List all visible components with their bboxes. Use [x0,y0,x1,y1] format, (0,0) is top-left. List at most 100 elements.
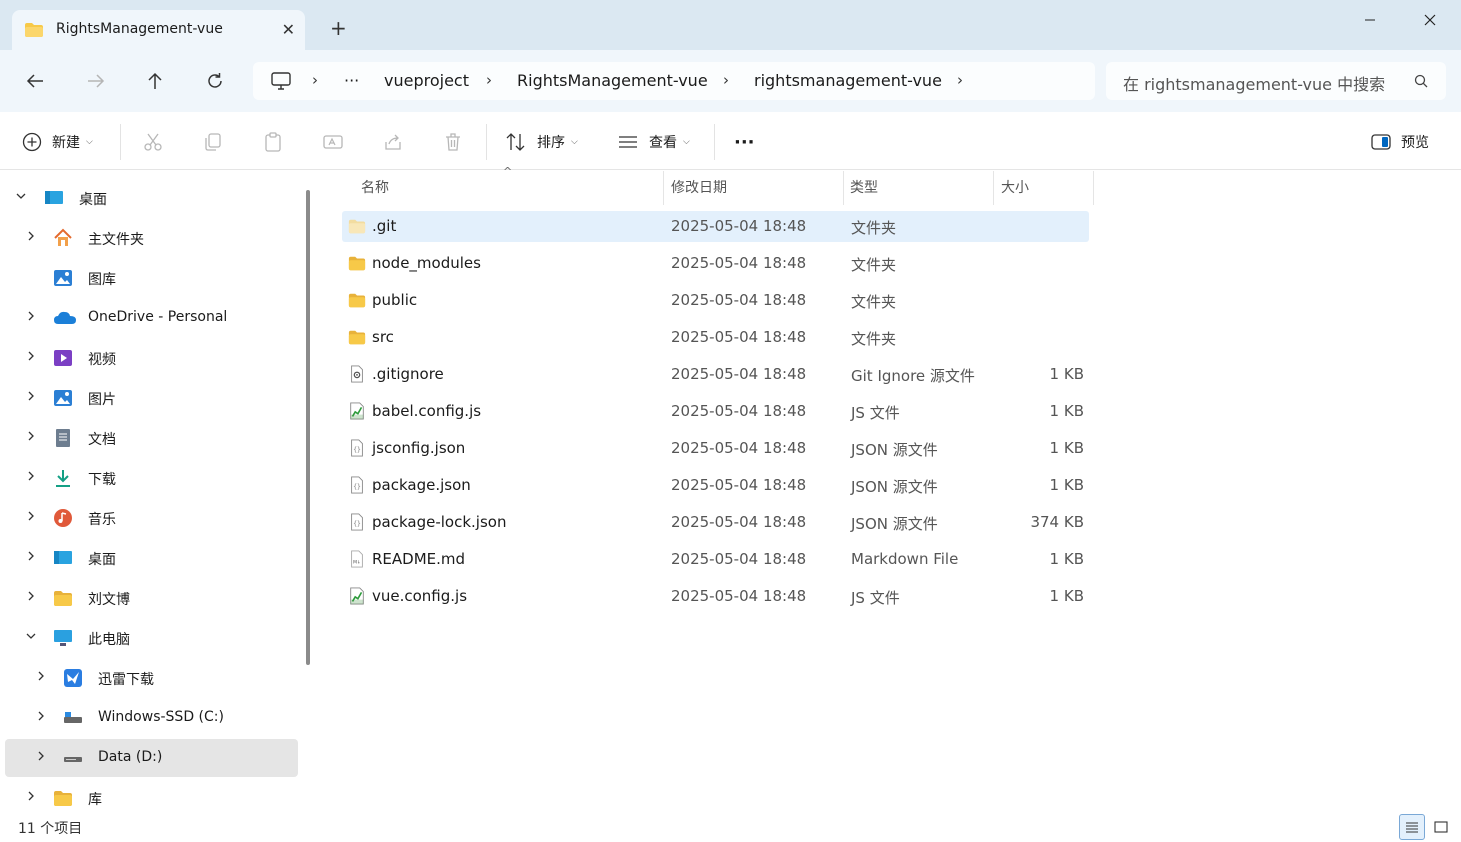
chevron-right-icon[interactable] [25,470,37,485]
sidebar-scrollbar[interactable] [306,190,310,665]
column-header-size[interactable]: 大小 [1001,177,1029,197]
chevron-right-icon[interactable]: › [957,71,963,89]
file-row[interactable]: .gitignore 2025-05-04 18:48 Git Ignore 源文件… [342,359,1089,390]
file-type: JS 文件 [851,404,900,422]
file-row[interactable]: vue.config.js 2025-05-04 18:48 JS 文件 1 KB [342,581,1089,612]
sidebar-item-6[interactable]: 图片 [5,379,298,417]
chevron-right-icon[interactable] [25,790,37,805]
chevron-right-icon[interactable] [25,390,37,405]
refresh-button[interactable] [202,68,228,94]
share-button[interactable] [383,129,403,155]
chevron-right-icon[interactable]: › [723,71,729,89]
chevron-right-icon[interactable] [25,430,37,445]
column-header-name[interactable]: 名称 [361,177,389,197]
file-row[interactable]: .git 2025-05-04 18:48 文件夹 [342,211,1089,242]
sidebar-item-7[interactable]: 文档 [5,419,298,457]
file-row[interactable]: M↓ README.md 2025-05-04 18:48 Markdown File… [342,544,1089,575]
sidebar-item-13[interactable]: 迅雷下载 [5,659,298,697]
back-button[interactable] [22,68,48,94]
breadcrumb-rightsmanagement-vue-current[interactable]: rightsmanagement-vue [754,71,942,90]
sidebar-item-8[interactable]: 下载 [5,459,298,497]
view-button[interactable]: 查看 ⌵ [617,129,690,155]
new-button[interactable]: 新建 ⌵ [22,129,93,155]
sidebar-item-11[interactable]: 刘文博 [5,579,298,617]
file-row[interactable]: {} jsconfig.json 2025-05-04 18:48 JSON 源文件 1… [342,433,1089,464]
column-divider[interactable] [1093,171,1094,205]
file-row[interactable]: {} package-lock.json 2025-05-04 18:48 JSON … [342,507,1089,538]
chevron-down-icon[interactable] [25,630,37,645]
status-bar: 11 个项目 [0,811,1461,842]
file-row[interactable]: public 2025-05-04 18:48 文件夹 [342,285,1089,316]
close-tab-button[interactable]: ✕ [282,20,295,39]
file-size: 1 KB [1049,439,1084,457]
paste-button[interactable] [263,129,283,155]
onedrive-icon [53,308,76,328]
search-placeholder[interactable]: 在 rightsmanagement-vue 中搜索 [1123,71,1385,95]
share-icon [385,134,401,150]
rename-button[interactable] [323,129,343,155]
sidebar-item-5[interactable]: 视频 [5,339,298,377]
large-icons-view-button[interactable] [1428,814,1454,840]
chevron-right-icon[interactable] [25,350,37,365]
new-tab-button[interactable]: + [330,18,347,38]
copy-button[interactable] [203,129,223,155]
sidebar-item-14[interactable]: Windows-SSD (C:) [5,699,298,737]
chevron-right-icon[interactable] [25,510,37,525]
computer-icon[interactable] [271,72,291,94]
sidebar-item-15[interactable]: Data (D:) [5,739,298,777]
chevron-right-icon[interactable] [25,230,37,245]
breadcrumb-rightsmanagement-vue[interactable]: RightsManagement-vue [517,71,708,90]
chevron-right-icon[interactable]: › [486,71,492,89]
search-icon[interactable] [1414,73,1428,92]
chevron-right-icon[interactable] [25,590,37,605]
chevron-right-icon[interactable] [35,710,47,725]
file-row[interactable]: node_modules 2025-05-04 18:48 文件夹 [342,248,1089,279]
close-window-button[interactable] [1410,8,1450,32]
sort-label: 排序 [537,135,565,151]
address-bar[interactable]: › ··· vueproject › RightsManagement-vue … [253,62,1095,100]
js-file-icon [348,402,366,420]
file-row[interactable]: {} package.json 2025-05-04 18:48 JSON 源文件 1 … [342,470,1089,501]
column-header-type[interactable]: 类型 [850,177,878,197]
search-box[interactable]: 在 rightsmanagement-vue 中搜索 [1106,62,1446,100]
details-view-button[interactable] [1399,814,1425,840]
chevron-right-icon[interactable] [35,670,47,685]
file-row[interactable]: babel.config.js 2025-05-04 18:48 JS 文件 1 KB [342,396,1089,427]
chevron-right-icon[interactable]: › [312,71,318,89]
breadcrumb-vueproject[interactable]: vueproject [384,71,469,90]
address-overflow[interactable]: ··· [344,71,359,90]
sidebar-item-label: 库 [88,792,102,808]
folder-icon [53,588,73,608]
file-type: 文件夹 [851,293,897,311]
delete-button[interactable] [443,129,463,155]
file-name: .git [372,217,397,235]
maximize-button[interactable] [1351,8,1391,32]
sidebar-item-2[interactable]: 主文件夹 [5,219,298,257]
sort-button[interactable]: 排序 ⌵ [505,129,578,155]
chevron-right-icon[interactable] [35,750,47,765]
column-divider[interactable] [993,171,994,205]
view-label: 查看 [649,135,677,151]
more-button[interactable]: ··· [734,129,755,155]
column-divider[interactable] [663,171,664,205]
settings-file-icon [348,365,366,383]
chevron-right-icon[interactable] [25,310,37,325]
column-divider[interactable] [843,171,844,205]
preview-button[interactable]: 预览 [1371,129,1429,155]
sidebar-item-4[interactable]: OneDrive - Personal [5,299,298,337]
file-row[interactable]: src 2025-05-04 18:48 文件夹 [342,322,1089,353]
sidebar-item-10[interactable]: 桌面 [5,539,298,577]
forward-button[interactable] [83,68,109,94]
chevron-right-icon[interactable] [25,550,37,565]
new-label: 新建 [52,135,80,151]
tab-rightsmanagement-vue[interactable]: RightsManagement-vue ✕ [12,10,305,50]
sidebar-item-9[interactable]: 音乐 [5,499,298,537]
sidebar-item-3[interactable]: 图库 [5,259,298,297]
column-header-date[interactable]: 修改日期 [671,177,727,197]
sidebar-item-12[interactable]: 此电脑 [5,619,298,657]
chevron-down-icon[interactable] [15,190,27,205]
sidebar-item-1[interactable]: 桌面 [5,179,298,217]
up-button[interactable] [142,68,168,94]
chevron-down-icon: ⌵ [683,137,690,147]
cut-button[interactable] [143,129,163,155]
